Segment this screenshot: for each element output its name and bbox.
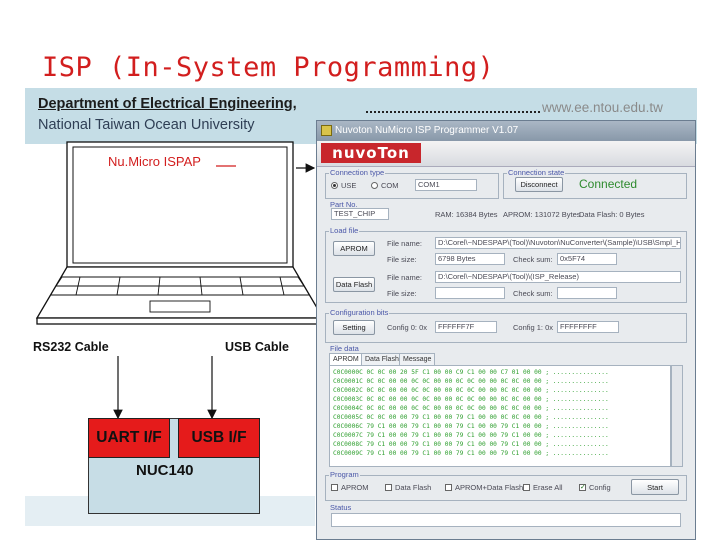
connection-type-label: Connection type [329, 168, 386, 177]
file-data-label: File data [329, 344, 360, 353]
tab-aprom[interactable]: APROM [329, 353, 363, 365]
dataflash-checksum-field [557, 287, 617, 299]
dataflash-checksum-label: Check sum: [513, 289, 553, 298]
dataflash-load-button[interactable]: Data Flash [333, 277, 375, 292]
radio-com-label: COM [381, 181, 399, 190]
config-label: Configuration bits [329, 308, 390, 317]
hex-row: C0C0006C 79 C1 00 00 79 C1 00 00 79 C1 0… [333, 423, 609, 430]
status-label: Status [329, 503, 353, 512]
nuvoton-logo: nuvoTon [321, 143, 421, 163]
dataflash-info: Data Flash: 0 Bytes [579, 210, 645, 219]
program-dataflash-label: Data Flash [395, 483, 432, 492]
isp-programmer-window: Nuvoton NuMicro ISP Programmer V1.07 nuv… [316, 120, 696, 540]
aprom-checksum-field: 0x5F74 [557, 253, 617, 265]
hex-view[interactable]: C0C0000C 0C 0C 00 20 5F C1 00 00 C9 C1 0… [329, 365, 671, 467]
chip-label: NUC140 [136, 462, 194, 479]
tab-message[interactable]: Message [399, 353, 436, 365]
uart-interface: UART I/F [88, 418, 170, 458]
hex-row: C0C0000C 0C 0C 00 20 5F C1 00 00 C9 C1 0… [333, 369, 609, 376]
com-port-select[interactable]: COM1 [415, 179, 477, 191]
config1-label: Config 1: 0x [513, 323, 554, 332]
program-config-label: Config [589, 483, 611, 492]
hex-row: C0C0003C 0C 0C 00 00 0C 0C 00 00 0C 0C 0… [333, 396, 609, 403]
window-title: Nuvoton NuMicro ISP Programmer V1.07 [335, 125, 519, 136]
config-group [325, 313, 687, 343]
aprom-filesize-field: 6798 Bytes [435, 253, 505, 265]
hex-row: C0C0007C 79 C1 00 00 79 C1 00 00 79 C1 0… [333, 432, 609, 439]
tab-data-flash[interactable]: Data Flash [361, 353, 403, 365]
aprom-filesize-label: File size: [387, 255, 417, 264]
usb-cable-label: USB Cable [225, 340, 289, 354]
connection-state-label: Connection state [507, 168, 566, 177]
aprom-checksum-label: Check sum: [513, 255, 553, 264]
usb-interface-label: USB I/F [191, 429, 247, 446]
program-aprom-dataflash-label: APROM+Data Flash [455, 483, 524, 492]
dataflash-filesize-label: File size: [387, 289, 417, 298]
config0-label: Config 0: 0x [387, 323, 428, 332]
program-label: Program [329, 470, 360, 479]
program-config-checkbox[interactable]: ✓ [579, 484, 586, 491]
radio-usb-label: USE [341, 181, 357, 190]
program-aprom-checkbox[interactable] [331, 484, 338, 491]
config0-field: FFFFFF7F [435, 321, 497, 333]
dataflash-filename-field: D:\Corel\~NDESPAP\(Tool)\(ISP_Release) [435, 271, 681, 283]
hex-row: C0C0009C 79 C1 00 00 79 C1 00 00 79 C1 0… [333, 450, 609, 457]
program-dataflash-checkbox[interactable] [385, 484, 392, 491]
part-no-field: TEST_CHIP [331, 208, 389, 220]
config1-field: FFFFFFFF [557, 321, 619, 333]
tool-label: Nu.Micro ISPAP [108, 154, 201, 169]
config-setting-button[interactable]: Setting [333, 320, 375, 335]
logo-bar: nuvoTon [317, 141, 695, 167]
disconnect-button[interactable]: Disconnect [515, 177, 563, 192]
uart-interface-label: UART I/F [96, 429, 162, 446]
program-aprom-label: APROM [341, 483, 369, 492]
hex-row: C0C0002C 0C 0C 00 00 0C 0C 00 00 0C 0C 0… [333, 387, 609, 394]
program-aprom-dataflash-checkbox[interactable] [445, 484, 452, 491]
rs232-cable-label: RS232 Cable [33, 340, 109, 354]
usb-interface: USB I/F [178, 418, 260, 458]
hex-row: C0C0008C 79 C1 00 00 79 C1 00 00 79 C1 0… [333, 441, 609, 448]
laptop-icon [35, 141, 325, 325]
program-erase-all-checkbox[interactable] [523, 484, 530, 491]
aprom-filename-field: D:\Corel\~NDESPAP\(Tool)\Nuvoton\NuConve… [435, 237, 681, 249]
program-erase-all-label: Erase All [533, 483, 563, 492]
hex-row: C0C0001C 0C 0C 00 00 0C 0C 00 00 0C 0C 0… [333, 378, 609, 385]
app-icon [321, 125, 332, 136]
hex-row: C0C0005C 0C 0C 00 00 79 C1 00 00 79 C1 0… [333, 414, 609, 421]
aprom-load-button[interactable]: APROM [333, 241, 375, 256]
aprom-filename-label: File name: [387, 239, 423, 248]
radio-usb[interactable] [331, 182, 338, 189]
connection-status: Connected [579, 177, 638, 191]
window-titlebar[interactable]: Nuvoton NuMicro ISP Programmer V1.07 [317, 121, 695, 141]
status-progress-bar [331, 513, 681, 527]
hex-row: C0C0004C 0C 0C 00 00 0C 0C 00 00 0C 0C 0… [333, 405, 609, 412]
dataflash-filename-label: File name: [387, 273, 423, 282]
ram-info: RAM: 16384 Bytes [435, 210, 498, 219]
hex-scrollbar[interactable] [671, 365, 683, 467]
dataflash-filesize-field [435, 287, 505, 299]
radio-com[interactable] [371, 182, 378, 189]
start-button[interactable]: Start [631, 479, 679, 495]
aprom-info: APROM: 131072 Bytes [503, 210, 581, 219]
load-file-label: Load file [329, 226, 360, 235]
